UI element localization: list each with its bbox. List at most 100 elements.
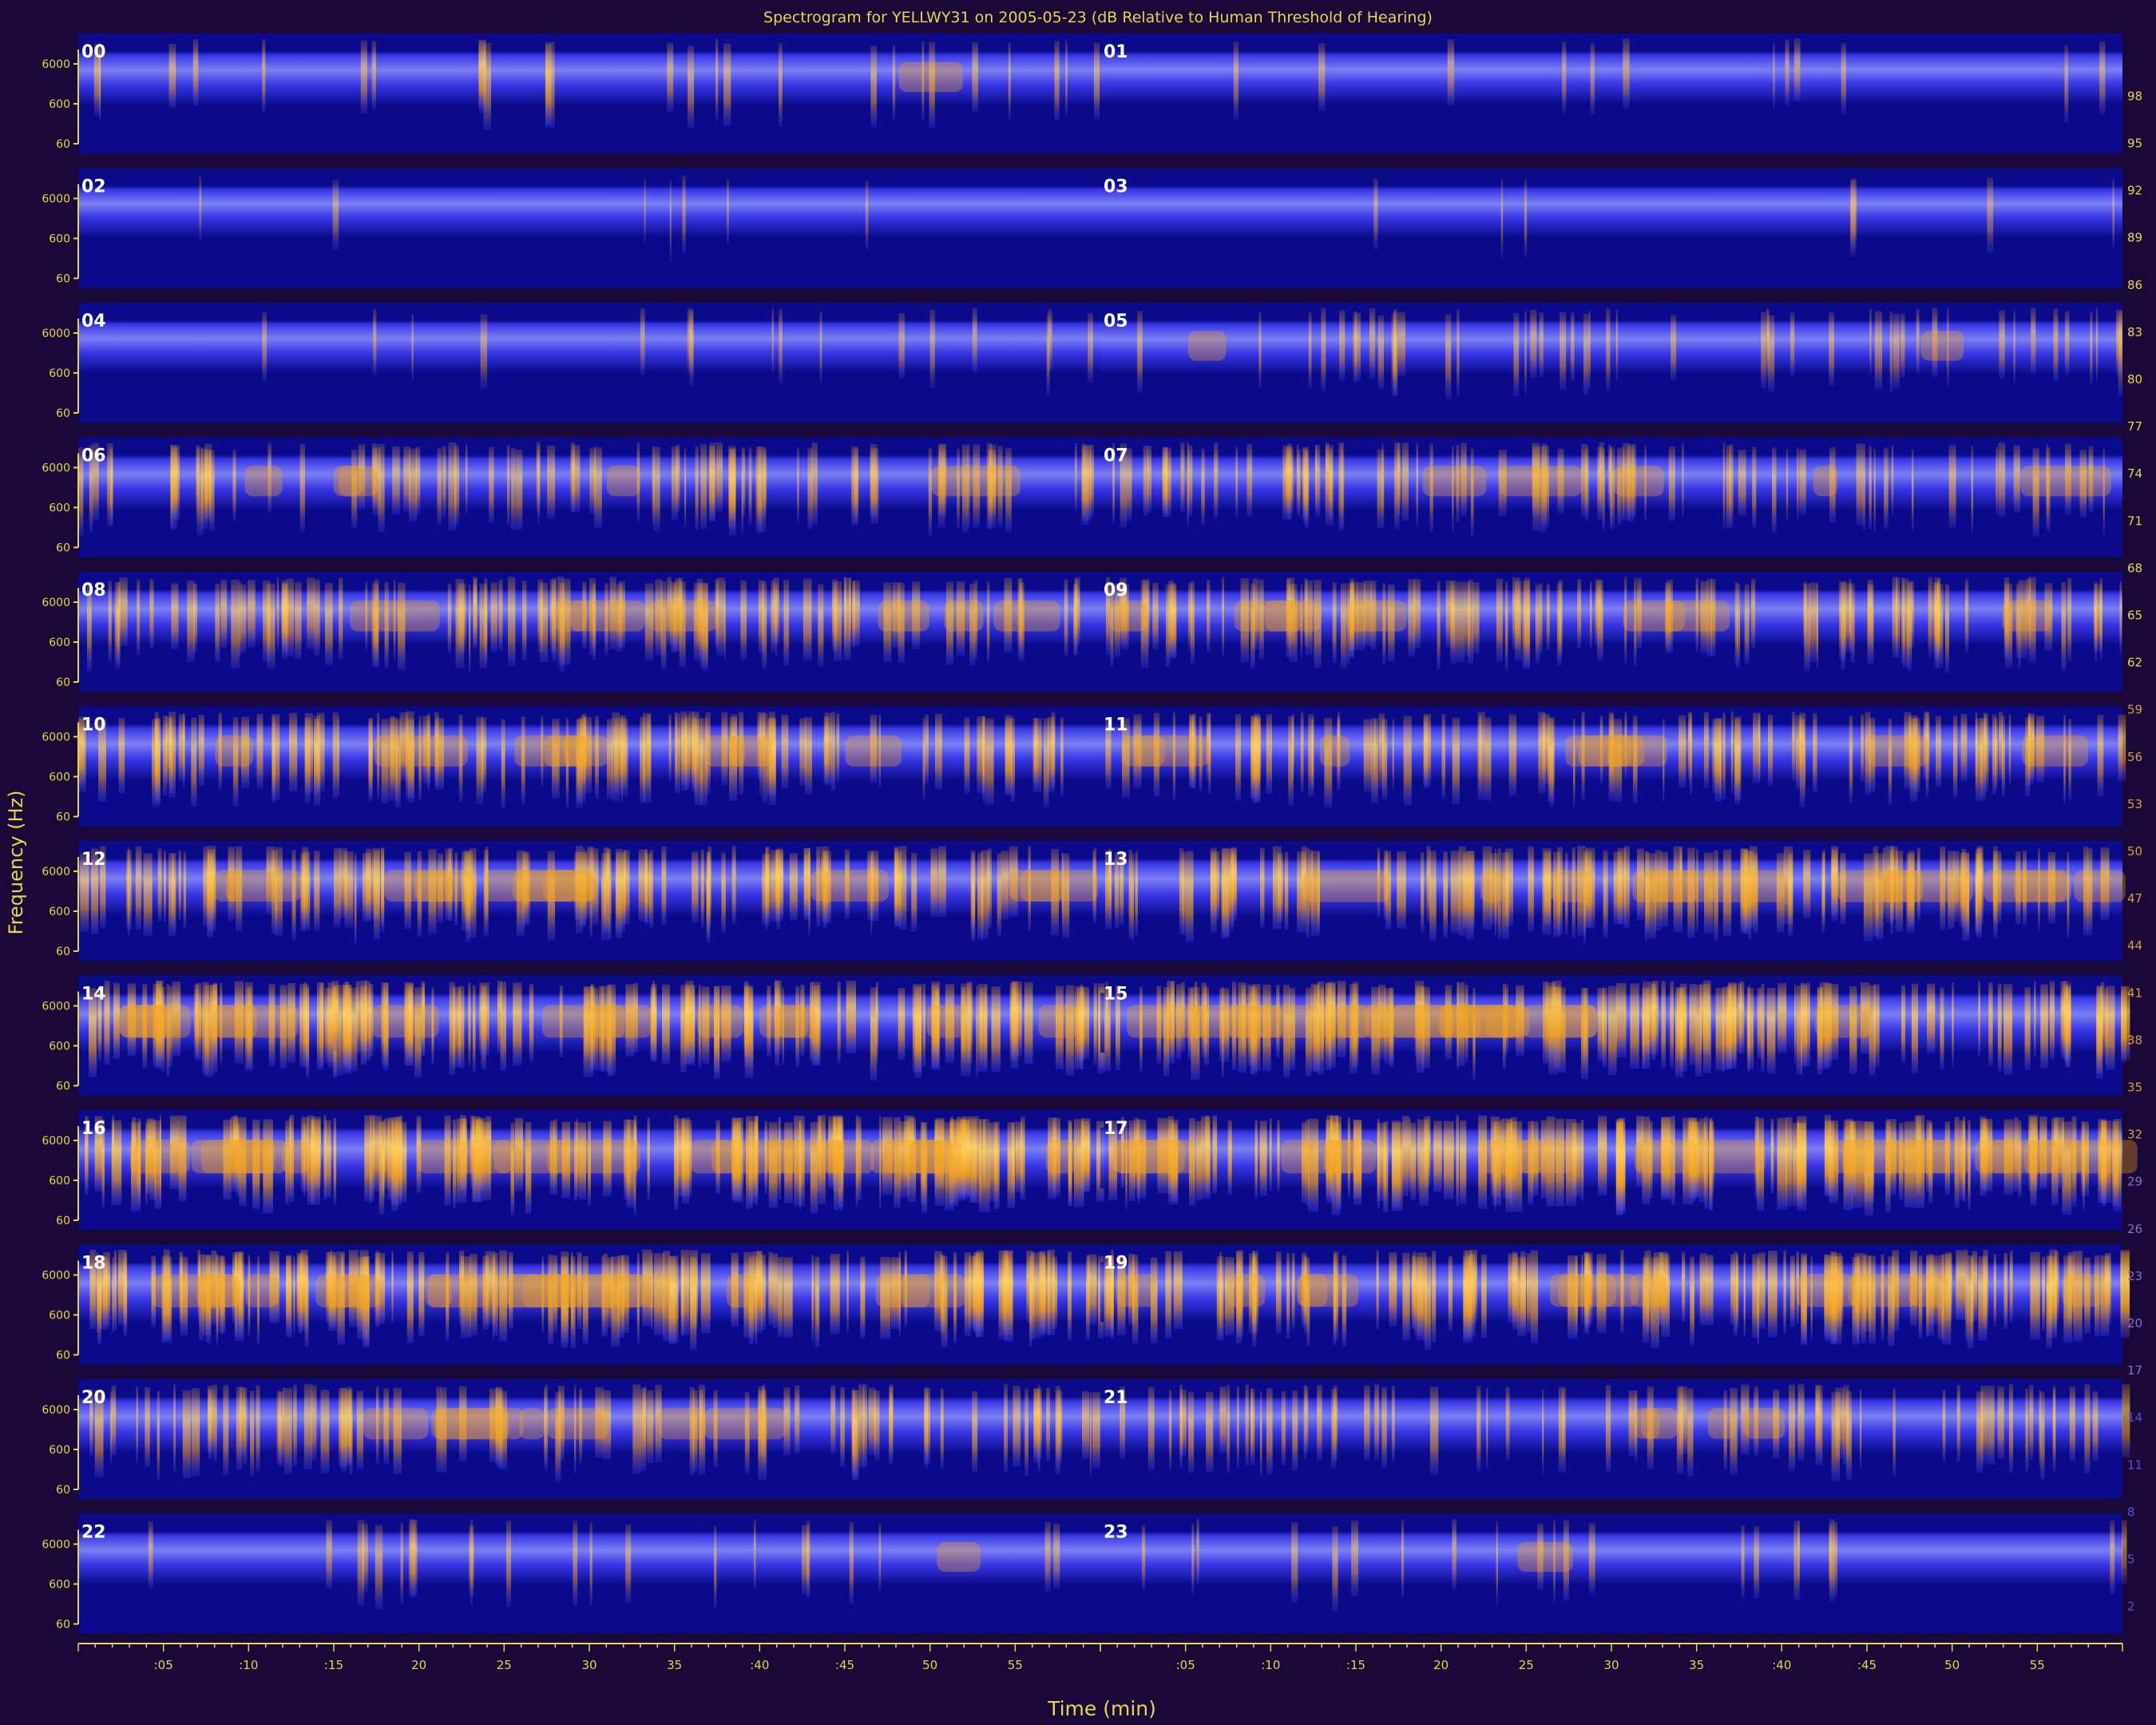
sound-event (1884, 447, 1888, 529)
sound-event (1615, 1119, 1623, 1212)
sound-activity-cluster (519, 1408, 545, 1440)
sound-event (1752, 1254, 1759, 1338)
sound-event (1980, 1386, 1988, 1464)
sound-event (731, 846, 736, 924)
sound-event (2067, 577, 2072, 662)
sound-event (204, 450, 212, 522)
colorbar-tick-label: 53 (2127, 797, 2142, 811)
sound-event (1429, 851, 1437, 942)
sound-event (682, 1117, 690, 1204)
sound-activity-cluster (759, 1005, 808, 1038)
sound-event (989, 1122, 998, 1202)
hour-label-19: 19 (1104, 1254, 1128, 1274)
sound-activity-cluster (606, 466, 640, 497)
sound-event (938, 846, 946, 918)
hour-label-23: 23 (1104, 1523, 1128, 1543)
y-tick-label: 60 (56, 1081, 70, 1093)
sound-activity-cluster (374, 735, 468, 767)
sound-event (2040, 984, 2048, 1069)
sound-event (489, 446, 494, 523)
sound-event (1245, 1384, 1249, 1466)
sound-event (1539, 312, 1544, 378)
sound-event (783, 1257, 793, 1338)
sound-event (1391, 1120, 1401, 1208)
sound-event (289, 712, 298, 792)
colorbar-tick-label: 80 (2127, 372, 2142, 387)
sound-event (547, 445, 556, 519)
sound-event (154, 712, 159, 799)
y-tick-label: 60 (56, 407, 70, 420)
sound-event (1772, 447, 1777, 533)
sound-event (760, 1255, 766, 1330)
y-tick-label: 600 (49, 636, 70, 649)
sound-event (964, 717, 970, 795)
sound-event (1790, 1255, 1795, 1327)
sound-activity-cluster (214, 870, 243, 902)
sound-event (1809, 582, 1818, 662)
sound-event (652, 980, 655, 1054)
sound-event (991, 986, 1001, 1073)
x-tick-label: :15 (1346, 1658, 1365, 1672)
sound-event (112, 1115, 114, 1188)
colorbar-tick-label: 11 (2127, 1457, 2142, 1472)
sound-event (333, 1117, 337, 1205)
sound-event (715, 442, 723, 512)
sound-event (1468, 579, 1473, 664)
sound-event (1397, 442, 1401, 516)
y-tick-label: 6000 (42, 732, 70, 744)
sound-event (1056, 1390, 1063, 1463)
sound-event (1682, 1251, 1686, 1322)
sound-event (1321, 307, 1326, 391)
x-tick-label: :10 (1261, 1658, 1280, 1672)
sound-event (2001, 716, 2005, 797)
sound-event (1141, 1525, 1146, 1589)
sound-event (1867, 579, 1873, 650)
y-tick-label: 600 (49, 1444, 70, 1457)
sound-event (1730, 1254, 1734, 1325)
sound-event (2031, 307, 2036, 375)
sound-event (282, 1387, 285, 1458)
sound-activity-cluster (1500, 466, 1583, 497)
y-tick-label: 6000 (42, 193, 70, 206)
sound-event (1522, 580, 1530, 669)
sound-event (148, 1521, 153, 1588)
x-tick-label: 55 (2030, 1658, 2045, 1672)
sound-event (1443, 851, 1449, 938)
hour-label-14: 14 (81, 985, 106, 1005)
sound-event (982, 716, 985, 795)
sound-event (113, 982, 120, 1059)
sound-event (1682, 442, 1684, 518)
hour-label-17: 17 (1104, 1119, 1128, 1139)
sound-activity-cluster (703, 1408, 786, 1440)
sound-activity-cluster (875, 1274, 965, 1308)
sound-event (256, 1385, 260, 1472)
sound-event (1623, 38, 1630, 109)
sound-event (2008, 714, 2011, 785)
sound-event (1465, 851, 1475, 929)
sound-event (1064, 579, 1068, 656)
sound-event (1314, 445, 1318, 511)
sound-event (1841, 42, 1846, 114)
sound-event (203, 847, 208, 927)
y-tick-label: 60 (56, 676, 70, 689)
sound-event (1450, 581, 1457, 664)
sound-event (1308, 311, 1312, 389)
x-tick-label: 30 (1603, 1658, 1619, 1672)
sound-event (1535, 584, 1540, 664)
sound-event (2119, 581, 2122, 653)
sound-activity-cluster (1038, 1005, 1079, 1038)
colorbar-tick-label: 71 (2127, 514, 2142, 528)
sound-event (375, 1525, 383, 1610)
sound-activity-cluster (766, 1140, 846, 1174)
y-tick-label: 6000 (42, 327, 70, 340)
sound-event (1402, 1116, 1409, 1196)
sound-activity-cluster (1121, 735, 1209, 767)
sound-event (1460, 1120, 1467, 1204)
sound-event (570, 442, 576, 513)
colorbar-tick-label: 95 (2127, 137, 2142, 151)
sound-event (406, 1251, 414, 1344)
sound-event (325, 582, 333, 665)
sound-event (1332, 581, 1337, 664)
sound-activity-cluster (1422, 466, 1487, 497)
y-tick-label: 600 (49, 233, 70, 246)
